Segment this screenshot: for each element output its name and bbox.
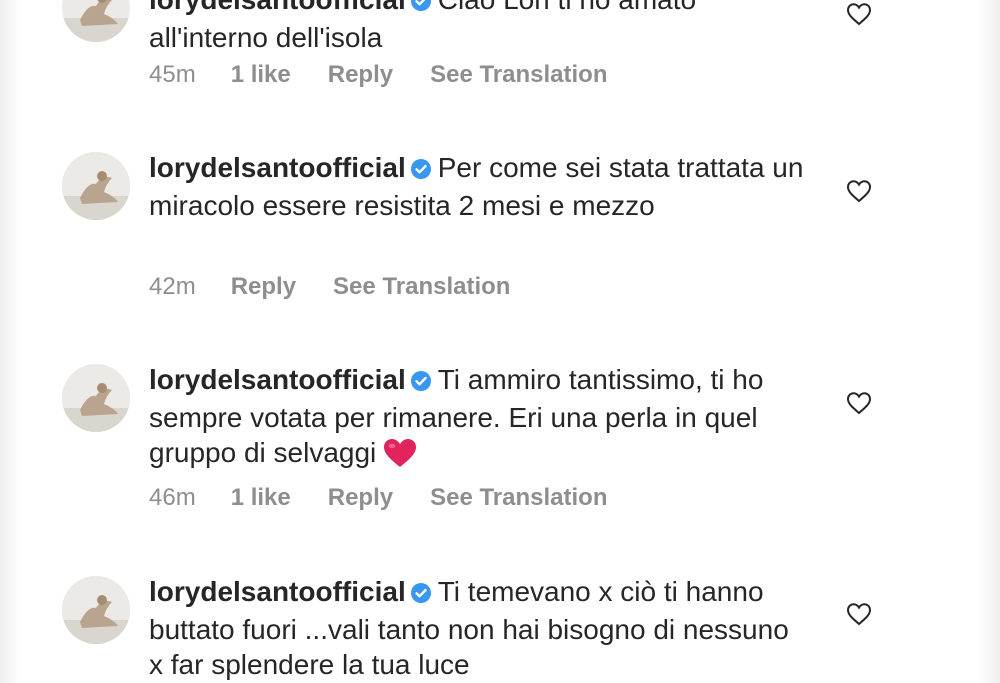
heart-outline-icon[interactable]: [846, 2, 872, 26]
comment-text: lorydelsantoofficial Ciao Lori ti ho amat…: [149, 0, 809, 55]
comment-meta: 42m Reply See Translation: [149, 272, 510, 302]
comment-body: Ciao Lori ti ho amato: [438, 0, 696, 15]
username[interactable]: lorydelsantoofficial: [149, 152, 406, 183]
comment-text: lorydelsantoofficial Ti temevano x ciò ti…: [149, 574, 809, 682]
avatar-photo: [62, 0, 130, 42]
comment-meta: 45m 1 like Reply See Translation: [149, 60, 608, 90]
red-heart-emoji: [382, 437, 418, 477]
avatar[interactable]: [62, 576, 130, 644]
verified-badge-icon: [410, 153, 432, 188]
verified-badge-icon: [410, 577, 432, 612]
reply-button[interactable]: Reply: [328, 483, 393, 513]
timestamp: 46m: [149, 484, 196, 511]
username[interactable]: lorydelsantoofficial: [149, 576, 406, 607]
avatar[interactable]: [62, 364, 130, 432]
heart-outline-icon[interactable]: [846, 391, 872, 415]
avatar-photo: [62, 576, 130, 644]
avatar-photo: [62, 364, 130, 432]
comments-screen: lorydelsantoofficial Ciao Lori ti ho amat…: [0, 0, 1000, 683]
timestamp: 45m: [149, 61, 196, 88]
verified-badge-icon: [410, 0, 432, 20]
verified-badge-icon: [410, 365, 432, 400]
username[interactable]: lorydelsantoofficial: [149, 364, 406, 395]
avatar[interactable]: [62, 152, 130, 220]
right-edge-shadow: [978, 0, 1000, 683]
comment-text: lorydelsantoofficial Per come sei stata t…: [149, 150, 809, 223]
see-translation-link[interactable]: See Translation: [430, 483, 607, 513]
reply-button[interactable]: Reply: [328, 60, 393, 90]
heart-outline-icon[interactable]: [846, 179, 872, 203]
comment-text: lorydelsantoofficial Ti ammiro tantissimo…: [149, 362, 809, 477]
username[interactable]: lorydelsantoofficial: [149, 0, 406, 15]
heart-outline-icon[interactable]: [846, 602, 872, 626]
timestamp: 42m: [149, 273, 196, 300]
likes-count[interactable]: 1 like: [231, 483, 291, 513]
likes-count[interactable]: 1 like: [231, 60, 291, 90]
left-edge-shadow: [0, 0, 20, 683]
comment-body-continued: all'interno dell'isola: [149, 22, 383, 53]
see-translation-link[interactable]: See Translation: [333, 272, 510, 302]
reply-button[interactable]: Reply: [231, 272, 296, 302]
comment-meta: 46m 1 like Reply See Translation: [149, 483, 608, 513]
see-translation-link[interactable]: See Translation: [430, 60, 607, 90]
avatar[interactable]: [62, 0, 130, 42]
avatar-photo: [62, 152, 130, 220]
